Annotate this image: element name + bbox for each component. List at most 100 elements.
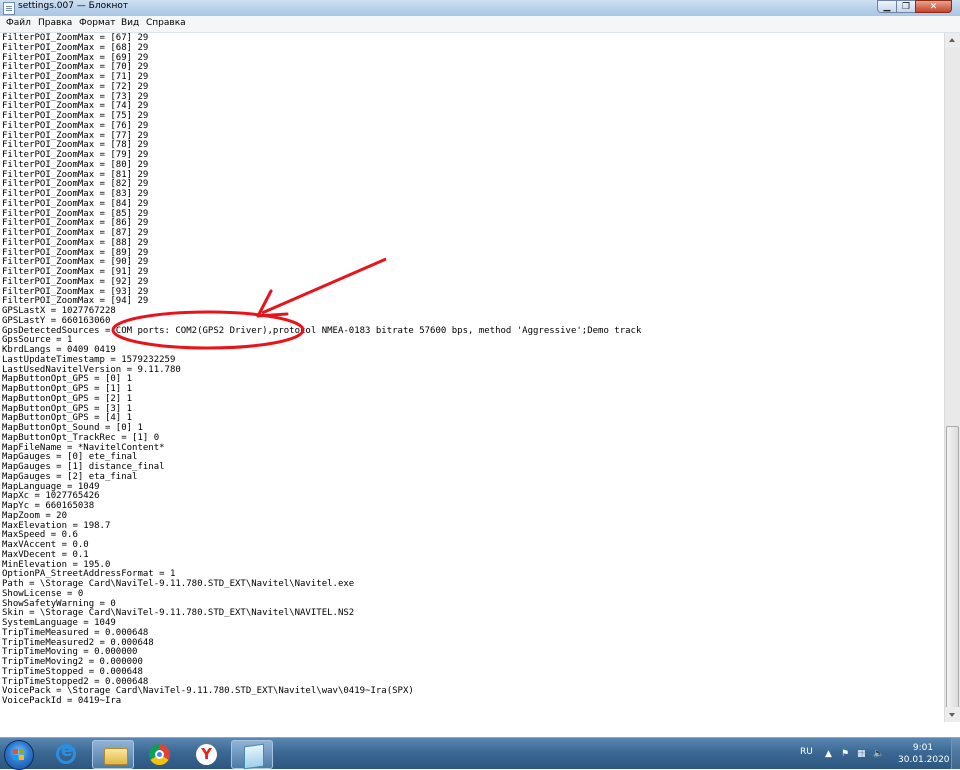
text-line: MapGauges = [1] distance_final (2, 462, 165, 472)
windows-logo-icon (13, 749, 25, 761)
text-line: MapLanguage = 1049 (2, 481, 100, 492)
menu-format[interactable]: Формат (79, 18, 116, 28)
text-line: MapFileName = *NavitelContent* (2, 442, 165, 453)
text-line: GpsDetectedSources = COM ports: COM2(GPS… (2, 325, 642, 336)
text-line: ShowSafetyWarning = 0 (2, 598, 116, 609)
text-line: MinElevation = 195.0 (2, 559, 111, 570)
menu-edit[interactable]: Правка (38, 18, 72, 28)
text-line: SystemLanguage = 1049 (2, 618, 116, 628)
menu-file[interactable]: Файл (6, 18, 31, 28)
text-line: FilterPOI_ZoomMax = [76] 29 (2, 120, 149, 131)
text-line: FilterPOI_ZoomMax = [94] 29 (2, 296, 149, 307)
taskbar-yandex-browser[interactable]: Y (185, 740, 227, 769)
text-line: FilterPOI_ZoomMax = [86] 29 (2, 218, 149, 229)
taskbar-chrome[interactable] (138, 740, 180, 769)
clock-time: 9:01 (912, 743, 934, 753)
close-button[interactable]: ✕ (915, 0, 952, 13)
text-line: FilterPOI_ZoomMax = [84] 29 (2, 198, 149, 209)
text-line: FilterPOI_ZoomMax = [88] 29 (2, 237, 149, 248)
clock-date: 30.01.2020 (898, 755, 950, 765)
minimize-button[interactable]: ▁ (877, 0, 896, 13)
text-line: FilterPOI_ZoomMax = [90] 29 (2, 257, 149, 268)
text-line: MapButtonOpt_TrackRec = [1] 0 (2, 432, 160, 443)
text-line: OptionPA_StreetAddressFormat = 1 (2, 569, 176, 580)
text-line: VoicePackId = 0419~Ira (2, 696, 122, 706)
yandex-icon: Y (196, 744, 217, 765)
text-line: MapButtonOpt_GPS = [4] 1 (2, 413, 133, 424)
text-line: TripTimeMoving = 0.000000 (2, 647, 138, 658)
text-line: GPSLastY = 660163060 (2, 315, 111, 326)
folder-icon (104, 748, 128, 765)
show-desktop-button[interactable] (951, 738, 960, 769)
text-line: MaxVAccent = 0.0 (2, 540, 89, 550)
text-line: MapXc = 1027765426 (2, 491, 100, 502)
menu-help[interactable]: Справка (146, 18, 186, 28)
text-line: FilterPOI_ZoomMax = [80] 29 (2, 159, 149, 170)
text-line: FilterPOI_ZoomMax = [69] 29 (2, 52, 149, 63)
text-line: MapGauges = [2] eta_final (2, 471, 138, 482)
text-line: FilterPOI_ZoomMax = [82] 29 (2, 179, 149, 190)
text-line: ShowLicense = 0 (2, 588, 84, 599)
internet-explorer-icon (56, 741, 76, 764)
chrome-icon (149, 744, 170, 765)
text-line: MaxElevation = 198.7 (2, 520, 111, 531)
title-bar[interactable]: settings.007 — Блокнот ▁ ❐ ✕ (0, 0, 960, 17)
volume-icon[interactable]: 🔈 (873, 749, 884, 759)
text-line: Skin = \Storage Card\NaviTel-9.11.780.ST… (2, 608, 355, 619)
text-line: MapButtonOpt_GPS = [1] 1 (2, 384, 133, 394)
text-line: MaxVDecent = 0.1 (2, 549, 89, 560)
text-line: FilterPOI_ZoomMax = [83] 29 (2, 189, 149, 199)
scroll-thumb[interactable] (946, 426, 959, 712)
text-line: FilterPOI_ZoomMax = [78] 29 (2, 140, 149, 151)
text-line: FilterPOI_ZoomMax = [87] 29 (2, 228, 149, 238)
text-line: TripTimeStopped = 0.000648 (2, 666, 143, 677)
maximize-button[interactable]: ❐ (896, 0, 915, 13)
text-line: VoicePack = \Storage Card\NaviTel-9.11.7… (2, 686, 414, 697)
window-title: settings.007 — Блокнот (18, 1, 129, 11)
text-line: GpsSource = 1 (2, 335, 73, 346)
start-button[interactable] (4, 740, 34, 770)
text-line: TripTimeStopped2 = 0.000648 (2, 676, 149, 687)
text-line: FilterPOI_ZoomMax = [93] 29 (2, 286, 149, 297)
clock[interactable]: 9:01 30.01.2020 (898, 742, 950, 766)
text-line: MapYc = 660165038 (2, 501, 95, 511)
text-line: FilterPOI_ZoomMax = [75] 29 (2, 111, 149, 121)
network-icon[interactable]: ▦ (857, 749, 866, 759)
vertical-scrollbar[interactable] (944, 33, 960, 722)
text-line: MapButtonOpt_Sound = [0] 1 (2, 423, 143, 433)
text-line: FilterPOI_ZoomMax = [74] 29 (2, 101, 149, 112)
text-line: FilterPOI_ZoomMax = [72] 29 (2, 81, 149, 92)
text-line: Path = \Storage Card\NaviTel-9.11.780.ST… (2, 579, 355, 589)
text-line: MapZoom = 20 (2, 510, 68, 521)
text-line: MapButtonOpt_GPS = [3] 1 (2, 403, 133, 414)
text-line: KbrdLangs = 0409 0419 (2, 345, 116, 355)
text-line: MaxSpeed = 0.6 (2, 530, 78, 541)
text-editor[interactable]: FilterPOI_ZoomMax = [67] 29 FilterPOI_Zoo… (0, 33, 944, 722)
text-line: FilterPOI_ZoomMax = [91] 29 (2, 267, 149, 277)
menu-bar: Файл Правка Формат Вид Справка (0, 16, 960, 33)
flag-icon[interactable]: ⚑ (841, 749, 849, 759)
text-line: GPSLastX = 1027767228 (2, 306, 116, 316)
scroll-down-button[interactable] (945, 707, 960, 722)
text-line: MapButtonOpt_GPS = [0] 1 (2, 374, 133, 385)
text-line: TripTimeMeasured2 = 0.000648 (2, 637, 154, 648)
tray-arrow-icon[interactable]: ▲ (825, 749, 832, 759)
notepad-app-icon (244, 743, 264, 770)
text-line: FilterPOI_ZoomMax = [67] 29 (2, 33, 149, 43)
language-indicator[interactable]: RU (800, 747, 813, 757)
menu-view[interactable]: Вид (121, 18, 139, 28)
scroll-up-button[interactable] (945, 33, 960, 48)
text-line: TripTimeMoving2 = 0.000000 (2, 657, 143, 667)
text-line: FilterPOI_ZoomMax = [70] 29 (2, 62, 149, 73)
taskbar-internet-explorer[interactable] (44, 740, 86, 769)
taskbar-notepad[interactable] (231, 740, 273, 770)
taskbar: Y RU ▲ ⚑ ▦ 🔈 9:01 30.01.2020 (0, 737, 960, 770)
text-line: FilterPOI_ZoomMax = [73] 29 (2, 91, 149, 102)
text-line: FilterPOI_ZoomMax = [92] 29 (2, 276, 149, 287)
text-line: FilterPOI_ZoomMax = [68] 29 (2, 42, 149, 53)
text-line: FilterPOI_ZoomMax = [89] 29 (2, 247, 149, 258)
text-line: FilterPOI_ZoomMax = [77] 29 (2, 130, 149, 141)
text-line: LastUpdateTimestamp = 1579232259 (2, 354, 176, 365)
text-line: LastUsedNavitelVersion = 9.11.780 (2, 364, 181, 375)
taskbar-file-explorer[interactable] (92, 740, 134, 769)
